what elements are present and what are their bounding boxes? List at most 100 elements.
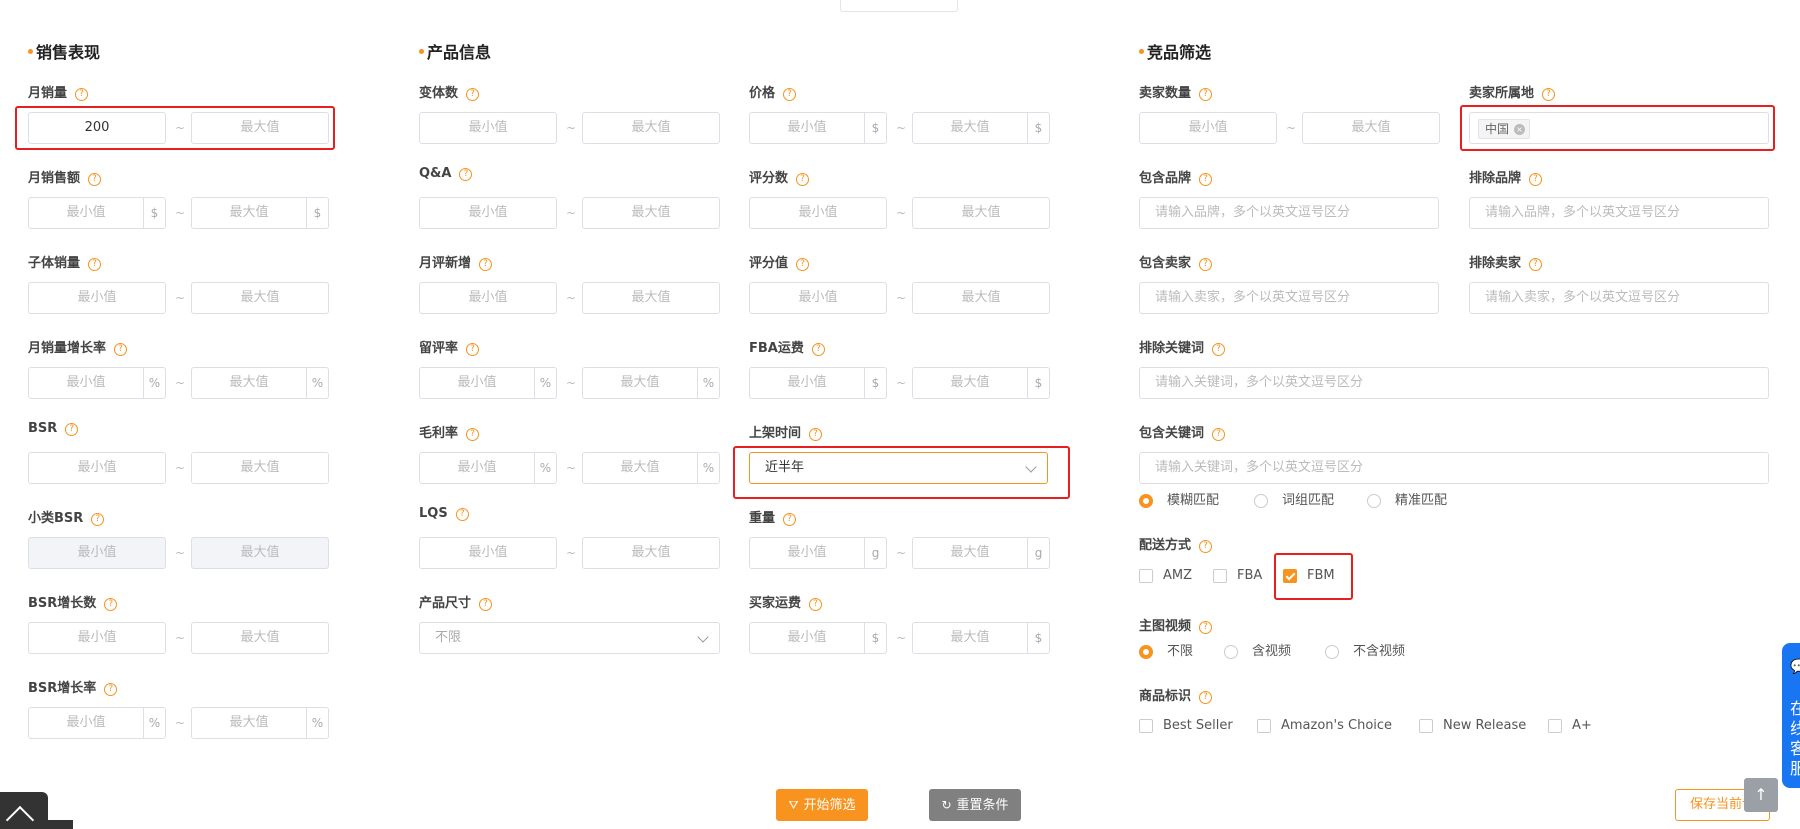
help-icon[interactable]: ? [459, 168, 473, 181]
max-input-bsr[interactable]: 最大值 [191, 452, 329, 484]
exclude-seller-input[interactable]: 请输入卖家，多个以英文逗号区分 [1469, 282, 1769, 314]
match-mode-group: 模糊匹配 词组匹配 精准匹配 [1139, 492, 1539, 510]
max-input-gross-margin[interactable]: 最大值% [582, 452, 720, 484]
max-input-price[interactable]: 最大值 $ [912, 112, 1050, 144]
include-keyword-input[interactable]: 请输入关键词，多个以英文逗号区分 [1139, 452, 1769, 484]
help-icon[interactable]: ? [796, 258, 810, 271]
min-input-sales-growth[interactable]: 最小值% [28, 367, 166, 399]
help-icon[interactable]: ? [1199, 621, 1213, 634]
exclude-keyword-input[interactable]: 请输入关键词，多个以英文逗号区分 [1139, 367, 1769, 399]
help-icon[interactable]: ? [88, 173, 102, 186]
min-input-qa[interactable]: 最小值 [419, 197, 557, 229]
min-input-buyer-shipping[interactable]: 最小值 $ [749, 622, 887, 654]
max-input-fba-fee[interactable]: 最大值 $ [912, 367, 1050, 399]
include-seller-input[interactable]: 请输入卖家，多个以英文逗号区分 [1139, 282, 1439, 314]
help-icon[interactable]: ? [114, 343, 128, 356]
max-input-sub-bsr: 最大值 [191, 537, 329, 569]
max-input-review-rate[interactable]: 最大值% [582, 367, 720, 399]
max-input-variants[interactable]: 最大值 [582, 112, 720, 144]
select-product-size[interactable]: 不限 [419, 622, 720, 654]
help-icon[interactable]: ? [104, 598, 118, 611]
min-input-bsr[interactable]: 最小值 [28, 452, 166, 484]
min-input-bsr-growth-count[interactable]: 最小值 [28, 622, 166, 654]
max-input-new-reviews[interactable]: 最大值 [582, 282, 720, 314]
main-video-group: 不限 含视频 不含视频 [1139, 643, 1539, 661]
help-icon[interactable]: ? [1542, 88, 1556, 101]
min-input-new-reviews[interactable]: 最小值 [419, 282, 557, 314]
online-support-tab[interactable]: 💬 在线客服 [1782, 643, 1800, 788]
min-input-gross-margin[interactable]: 最小值% [419, 452, 557, 484]
help-icon[interactable]: ? [1212, 343, 1226, 356]
min-input-monthly-revenue[interactable]: 最小值 $ [28, 197, 166, 229]
max-input-rating[interactable]: 最大值 [912, 282, 1050, 314]
top-partial-element [840, 0, 958, 12]
max-input-lqs[interactable]: 最大值 [582, 537, 720, 569]
min-input-bsr-growth-rate[interactable]: 最小值% [28, 707, 166, 739]
help-icon[interactable]: ? [1212, 428, 1226, 441]
max-input-sales-growth[interactable]: 最大值% [191, 367, 329, 399]
help-icon[interactable]: ? [1529, 258, 1543, 271]
help-icon[interactable]: ? [88, 258, 102, 271]
min-input-price[interactable]: 最小值 $ [749, 112, 887, 144]
help-icon[interactable]: ? [809, 598, 823, 611]
label-seller-count: 卖家数量? [1139, 82, 1213, 101]
label-child-sales: 子体销量? [28, 252, 102, 271]
help-icon[interactable]: ? [466, 88, 480, 101]
help-icon[interactable]: ? [809, 428, 823, 441]
label-lqs: LQS? [419, 506, 469, 521]
help-icon[interactable]: ? [91, 513, 105, 526]
help-icon[interactable]: ? [466, 343, 480, 356]
chevron-down-icon [697, 631, 709, 643]
min-input-variants[interactable]: 最小值 [419, 112, 557, 144]
unit-select-weight[interactable]: g [1027, 538, 1049, 568]
chat-icon: 💬 [1790, 659, 1800, 675]
help-icon[interactable]: ? [1529, 173, 1543, 186]
reset-button[interactable]: ↻ 重置条件 [929, 789, 1021, 821]
min-input-rating[interactable]: 最小值 [749, 282, 887, 314]
help-icon[interactable]: ? [783, 513, 797, 526]
max-input-child-sales[interactable]: 最大值 [191, 282, 329, 314]
scroll-to-top-button[interactable]: ↑ [1744, 778, 1778, 812]
min-input-lqs[interactable]: 最小值 [419, 537, 557, 569]
max-input-bsr-growth-count[interactable]: 最大值 [191, 622, 329, 654]
max-input-bsr-growth-rate[interactable]: 最大值% [191, 707, 329, 739]
help-icon[interactable]: ? [1199, 88, 1213, 101]
help-icon[interactable]: ? [75, 88, 89, 101]
help-icon[interactable]: ? [1199, 691, 1213, 704]
help-icon[interactable]: ? [479, 258, 493, 271]
min-input-weight[interactable]: 最小值 g [749, 537, 887, 569]
help-icon[interactable]: ? [1199, 258, 1213, 271]
include-brand-input[interactable]: 请输入品牌，多个以英文逗号区分 [1139, 197, 1439, 229]
min-input-review-rate[interactable]: 最小值% [419, 367, 557, 399]
min-input-seller-count[interactable]: 最小值 [1139, 112, 1277, 144]
max-input-seller-count[interactable]: 最大值 [1302, 112, 1440, 144]
help-icon[interactable]: ? [811, 343, 825, 356]
max-input-qa[interactable]: 最大值 [582, 197, 720, 229]
max-input-monthly-revenue[interactable]: 最大值 $ [191, 197, 329, 229]
help-icon[interactable]: ? [783, 88, 797, 101]
help-icon[interactable]: ? [1199, 173, 1213, 186]
min-input-fba-fee[interactable]: 最小值 $ [749, 367, 887, 399]
arrow-up-icon: ↑ [1754, 785, 1768, 804]
max-input-weight[interactable]: 最大值 g [912, 537, 1050, 569]
max-input-ratings-count[interactable]: 最大值 [912, 197, 1050, 229]
help-icon[interactable]: ? [1199, 540, 1213, 553]
min-input-child-sales[interactable]: 最小值 [28, 282, 166, 314]
collapse-panel-button[interactable] [0, 792, 48, 829]
help-icon[interactable]: ? [455, 508, 469, 521]
unit-select-weight[interactable]: g [864, 538, 886, 568]
min-input-ratings-count[interactable]: 最小值 [749, 197, 887, 229]
help-icon[interactable]: ? [479, 598, 493, 611]
help-icon[interactable]: ? [466, 428, 480, 441]
start-filter-button[interactable]: ⛛ 开始筛选 [776, 789, 868, 821]
exclude-brand-input[interactable]: 请输入品牌，多个以英文逗号区分 [1469, 197, 1769, 229]
bullet-dot [28, 49, 33, 54]
highlight-listing-time [733, 446, 1070, 499]
label-exclude-seller: 排除卖家? [1469, 252, 1543, 271]
help-icon[interactable]: ? [65, 423, 79, 436]
help-icon[interactable]: ? [796, 173, 810, 186]
bottom-bar-fragment [48, 820, 73, 829]
label-fba-fee: FBA运费? [749, 337, 825, 356]
help-icon[interactable]: ? [104, 683, 118, 696]
max-input-buyer-shipping[interactable]: 最大值 $ [912, 622, 1050, 654]
